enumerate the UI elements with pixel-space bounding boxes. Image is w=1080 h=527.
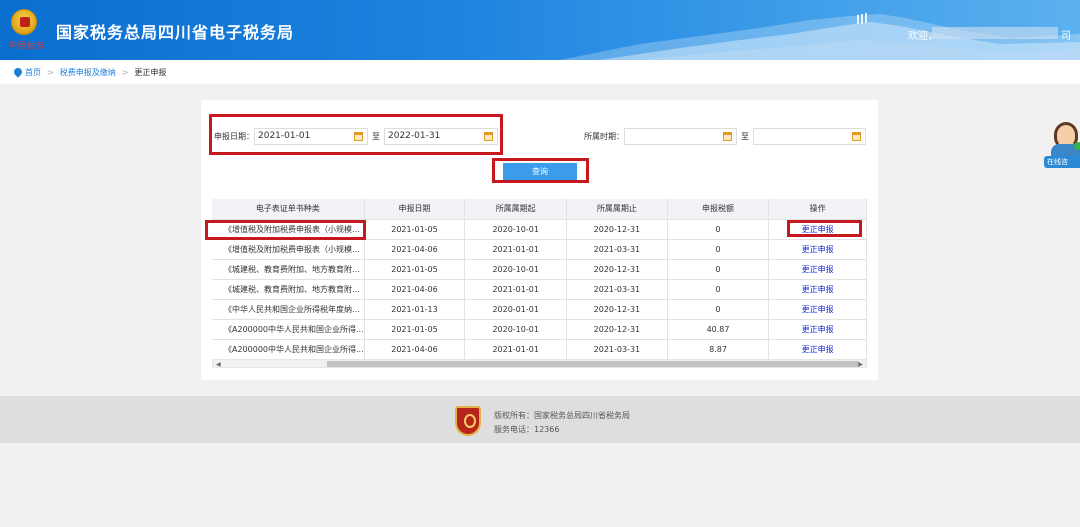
breadcrumb-tax-declare-link[interactable]: 税费申报及缴纳 — [60, 67, 116, 78]
declare-date-cell: 2021-01-05 — [364, 219, 466, 240]
correct-declare-link[interactable]: 更正申报 — [768, 239, 867, 260]
breadcrumb-separator: > — [121, 67, 129, 77]
period-start-cell: 2021-01-01 — [464, 339, 568, 360]
period-end-cell: 2021-03-31 — [566, 339, 668, 360]
declaration-table: 电子表证单书种类 申报日期 所属属期起 所属属期止 申报税额 操作 《增值税及附… — [212, 199, 867, 360]
period-end-cell: 2021-03-31 — [566, 279, 668, 300]
welcome-suffix: 司 — [1061, 31, 1071, 42]
correct-declare-link[interactable]: 更正申报 — [768, 219, 867, 240]
emblem-caption: 中国税务 — [9, 41, 45, 50]
period-start-cell: 2020-10-01 — [464, 219, 568, 240]
period-start-cell: 2021-01-01 — [464, 279, 568, 300]
form-type-cell: 《增值税及附加税费申报表（小规模... — [212, 239, 365, 260]
location-pin-icon — [12, 66, 24, 78]
period-end-cell: 2020-12-31 — [566, 219, 668, 240]
tax-amount-cell: 0 — [667, 279, 770, 300]
declare-date-label: 申报日期： — [214, 131, 254, 141]
range-to-label: 至 — [372, 131, 380, 141]
form-type-cell: 《A200000中华人民共和国企业所得... — [212, 339, 365, 360]
correct-declare-link[interactable]: 更正申报 — [768, 339, 867, 360]
period-label: 所属时期： — [584, 131, 624, 141]
declare-date-cell: 2021-04-06 — [364, 239, 466, 260]
column-header: 所属属期起 — [464, 199, 568, 220]
form-type-cell: 《增值税及附加税费申报表（小规模... — [212, 219, 365, 240]
form-type-cell: 《A200000中华人民共和国企业所得... — [212, 319, 365, 340]
table-row: 《增值税及附加税费申报表（小规模... 2021-01-05 2020-10-0… — [212, 219, 867, 240]
arrow-left-icon[interactable]: ◀ — [216, 361, 221, 368]
query-button[interactable]: 查询 — [503, 163, 577, 180]
online-service-widget[interactable]: 在线咨 — [1044, 118, 1080, 170]
declare-date-cell: 2021-01-05 — [364, 259, 466, 280]
correct-declare-link[interactable]: 更正申报 — [768, 319, 867, 340]
period-start-cell: 2020-10-01 — [464, 259, 568, 280]
period-end-cell: 2021-03-31 — [566, 239, 668, 260]
footer-phone: 服务电话：12366 — [494, 425, 560, 434]
service-label[interactable]: 在线咨 — [1044, 156, 1080, 168]
tax-emblem-icon — [11, 9, 37, 35]
scrollbar-thumb[interactable] — [327, 361, 859, 367]
period-end-cell: 2020-12-31 — [566, 319, 668, 340]
calendar-icon[interactable] — [484, 131, 493, 141]
declare-date-cell: 2021-04-06 — [364, 339, 466, 360]
breadcrumb: 首页 > 税费申报及缴纳 > 更正申报 — [0, 60, 1080, 84]
period-end-cell: 2020-12-31 — [566, 259, 668, 280]
column-header: 申报税额 — [667, 199, 770, 220]
form-type-cell: 《城建税、教育费附加、地方教育附... — [212, 279, 365, 300]
column-header: 申报日期 — [364, 199, 466, 220]
table-row: 《增值税及附加税费申报表（小规模... 2021-04-06 2021-01-0… — [212, 239, 867, 260]
declare-date-filter: 申报日期： 2021-01-01 至 2022-01-31 — [214, 126, 498, 146]
period-start-cell: 2020-01-01 — [464, 299, 568, 320]
form-type-cell: 《中华人民共和国企业所得税年度纳... — [212, 299, 365, 320]
form-type-cell: 《城建税、教育费附加、地方教育附... — [212, 259, 365, 280]
correct-declare-link[interactable]: 更正申报 — [768, 299, 867, 320]
column-header: 操作 — [768, 199, 867, 220]
sichuan-tax-logo-icon — [455, 406, 481, 436]
redacted-username — [932, 27, 1058, 39]
site-title: 国家税务总局四川省电子税务局 — [56, 23, 295, 42]
declare-date-cell: 2021-04-06 — [364, 279, 466, 300]
breadcrumb-current: 更正申报 — [134, 67, 167, 77]
table-header-row: 电子表证单书种类 申报日期 所属属期起 所属属期止 申报税额 操作 — [212, 199, 867, 220]
table-row: 《城建税、教育费附加、地方教育附... 2021-01-05 2020-10-0… — [212, 259, 867, 280]
arrow-right-icon[interactable]: ▶ — [858, 361, 863, 368]
correct-declare-link[interactable]: 更正申报 — [768, 279, 867, 300]
calendar-icon[interactable] — [723, 131, 732, 141]
period-to-input[interactable] — [753, 127, 866, 145]
table-row: 《中华人民共和国企业所得税年度纳... 2021-01-13 2020-01-0… — [212, 299, 867, 320]
footer-copyright: 版权所有：国家税务总局四川省税务局 — [494, 411, 630, 420]
correct-declare-link[interactable]: 更正申报 — [768, 259, 867, 280]
declare-date-to-value: 2022-01-31 — [388, 131, 441, 141]
column-header: 所属属期止 — [566, 199, 668, 220]
declare-date-from-value: 2021-01-01 — [258, 131, 311, 141]
period-start-cell: 2020-10-01 — [464, 319, 568, 340]
period-filter: 所属时期： 至 — [584, 126, 866, 146]
breadcrumb-home-link[interactable]: 首页 — [25, 67, 41, 78]
column-header: 电子表证单书种类 — [212, 199, 365, 220]
calendar-icon[interactable] — [354, 131, 363, 141]
calendar-icon[interactable] — [852, 131, 861, 141]
declare-date-from-input[interactable]: 2021-01-01 — [254, 127, 368, 145]
online-status-icon — [1074, 142, 1080, 150]
tax-amount-cell: 40.87 — [667, 319, 770, 340]
declare-date-cell: 2021-01-05 — [364, 319, 466, 340]
period-start-cell: 2021-01-01 — [464, 239, 568, 260]
table-row: 《A200000中华人民共和国企业所得... 2021-01-05 2020-1… — [212, 319, 867, 340]
site-header: 中国税务 国家税务总局四川省电子税务局 欢迎， 司 — [0, 0, 1080, 60]
declare-date-cell: 2021-01-13 — [364, 299, 466, 320]
period-end-cell: 2020-12-31 — [566, 299, 668, 320]
period-from-input[interactable] — [624, 127, 737, 145]
tax-amount-cell: 0 — [667, 299, 770, 320]
tax-amount-cell: 0 — [667, 239, 770, 260]
declare-date-to-input[interactable]: 2022-01-31 — [384, 127, 498, 145]
tax-amount-cell: 8.87 — [667, 339, 770, 360]
table-row: 《A200000中华人民共和国企业所得... 2021-04-06 2021-0… — [212, 339, 867, 360]
table-row: 《城建税、教育费附加、地方教育附... 2021-04-06 2021-01-0… — [212, 279, 867, 300]
table-horizontal-scrollbar[interactable]: ◀ ▶ — [212, 359, 867, 368]
tax-amount-cell: 0 — [667, 219, 770, 240]
breadcrumb-separator: > — [47, 67, 54, 77]
range-to-label: 至 — [741, 131, 749, 141]
tax-amount-cell: 0 — [667, 259, 770, 280]
